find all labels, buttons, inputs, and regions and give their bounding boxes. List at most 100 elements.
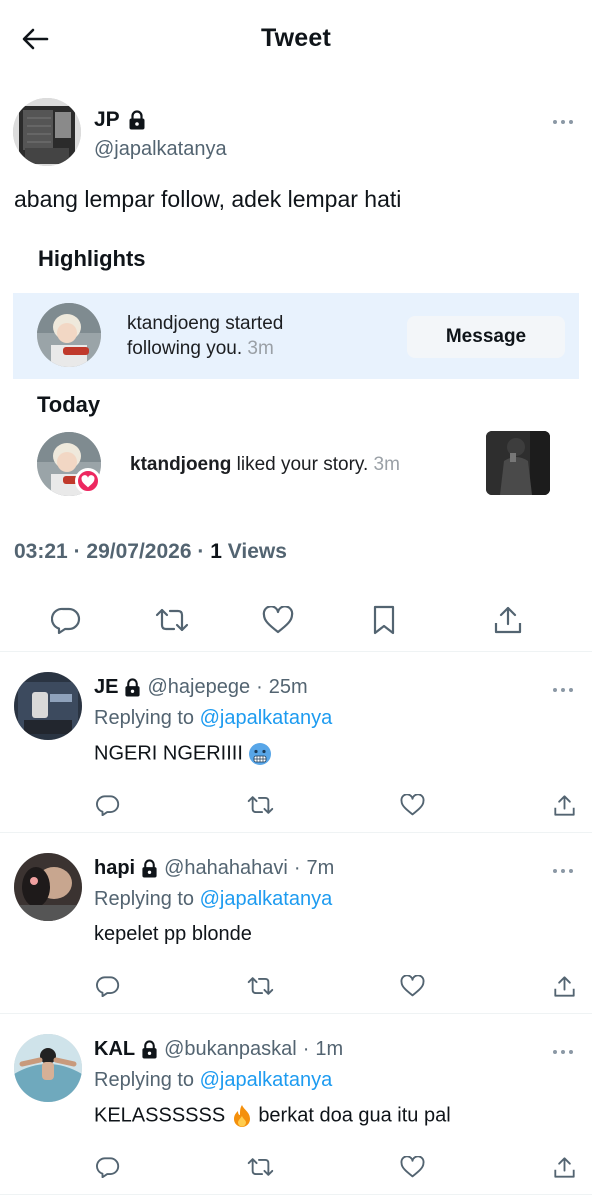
replying-to-label: Replying to	[94, 888, 195, 910]
reply-action-bar	[0, 969, 592, 1003]
replying-to: Replying to @japalkatanya	[94, 888, 332, 911]
reply-tweet[interactable]: KAL @bukanpaskal · 1m Replying to @japal…	[0, 1024, 592, 1200]
reply-text-content: NGERI NGERIIII	[94, 742, 243, 765]
retweet-icon	[247, 1158, 273, 1176]
like-button[interactable]	[395, 969, 429, 1003]
replying-to-mention[interactable]: @japalkatanya	[200, 1069, 333, 1091]
today-heading: Today	[37, 392, 101, 417]
lock-icon	[125, 678, 141, 697]
like-button[interactable]	[395, 1150, 429, 1184]
retweet-icon	[247, 796, 273, 814]
more-horizontal-icon	[553, 120, 573, 124]
lock-icon	[142, 859, 157, 878]
more-options-button[interactable]	[548, 112, 578, 132]
share-icon	[553, 975, 575, 997]
comment-icon	[96, 1157, 120, 1178]
heart-icon	[81, 474, 95, 487]
share-button[interactable]	[486, 598, 530, 642]
tweet-action-bar	[0, 598, 592, 642]
today-text: ktandjoeng liked your story. 3m	[130, 452, 400, 477]
bookmark-button[interactable]	[362, 598, 406, 642]
reply-avatar[interactable]	[14, 672, 82, 740]
reply-header: JE @hajepege · 25m	[94, 676, 308, 699]
reply-author-handle[interactable]: @hahahahavi	[164, 857, 288, 880]
notification-avatar-image	[37, 303, 101, 367]
reply-time[interactable]: 1m	[315, 1038, 343, 1061]
reply-avatar[interactable]	[14, 1034, 82, 1102]
reply-header: hapi @hahahahavi · 7m	[94, 857, 334, 880]
heart-outline-icon	[400, 794, 424, 816]
reply-header: KAL @bukanpaskal · 1m	[94, 1038, 343, 1061]
reply-action-bar	[0, 788, 592, 822]
reply-button[interactable]	[44, 598, 88, 642]
highlight-action: started	[219, 313, 284, 334]
reply-button[interactable]	[91, 788, 125, 822]
reply-text: KELASSSSSS berkat doa gua itu pal	[94, 1104, 451, 1128]
replying-to: Replying to @japalkatanya	[94, 707, 332, 730]
highlight-notification: ktandjoeng started following you. 3m Mes…	[13, 293, 579, 379]
replying-to-label: Replying to	[94, 1069, 195, 1091]
replying-to-mention[interactable]: @japalkatanya	[200, 707, 333, 729]
author-handle[interactable]: @japalkatanya	[94, 138, 227, 161]
reply-author-handle[interactable]: @bukanpaskal	[164, 1038, 297, 1061]
replying-to-mention[interactable]: @japalkatanya	[200, 888, 333, 910]
retweet-button[interactable]	[243, 1150, 277, 1184]
highlight-action-line2: following you.	[127, 338, 243, 359]
share-button[interactable]	[547, 1150, 581, 1184]
replying-to-label: Replying to	[94, 707, 195, 729]
reply-button[interactable]	[91, 969, 125, 1003]
reply-tweet[interactable]: hapi @hahahahavi · 7m Replying to @japal…	[0, 843, 592, 1023]
more-options-button[interactable]	[548, 680, 578, 700]
more-options-button[interactable]	[548, 1042, 578, 1062]
notification-avatar	[37, 303, 101, 367]
reply-time[interactable]: 25m	[269, 676, 308, 699]
like-button[interactable]	[395, 788, 429, 822]
views-label[interactable]: Views	[228, 540, 287, 563]
retweet-button[interactable]	[150, 598, 194, 642]
retweet-button[interactable]	[243, 788, 277, 822]
today-time: 3m	[373, 454, 400, 475]
reply-tweet[interactable]: JE @hajepege · 25m Replying to @japalkat…	[0, 662, 592, 842]
tweet-image[interactable]: Highlights ktandjoeng started following …	[0, 236, 592, 516]
reply-author-name[interactable]: hapi	[94, 857, 135, 880]
reply-text: kepelet pp blonde	[94, 923, 252, 945]
bookmark-icon	[373, 605, 395, 635]
tweet-text: abang lempar follow, adek lempar hati	[14, 186, 402, 212]
reply-avatar-image	[14, 1034, 82, 1102]
today-notification: ktandjoeng liked your story. 3m	[13, 428, 579, 502]
author-avatar[interactable]	[13, 98, 81, 166]
more-horizontal-icon	[553, 1050, 573, 1054]
reply-avatar[interactable]	[14, 853, 82, 921]
today-action: liked your story.	[231, 454, 369, 475]
highlight-text: ktandjoeng started following you. 3m	[127, 311, 283, 361]
share-button[interactable]	[547, 969, 581, 1003]
views-count[interactable]: 1	[210, 540, 222, 563]
like-button[interactable]	[256, 598, 300, 642]
page-title: Tweet	[261, 24, 331, 52]
top-bar: Tweet	[0, 0, 592, 78]
author-display-name: JP	[94, 108, 120, 131]
reply-time[interactable]: 7m	[307, 857, 335, 880]
author-name[interactable]: JP	[94, 108, 146, 132]
highlight-time: 3m	[247, 338, 274, 359]
message-button: Message	[407, 316, 565, 358]
more-options-button[interactable]	[548, 861, 578, 881]
lock-icon	[129, 110, 145, 130]
reply-text: NGERI NGERIIII	[94, 742, 272, 766]
more-horizontal-icon	[553, 688, 573, 692]
reply-author-name[interactable]: JE	[94, 676, 118, 699]
fire-emoji-icon	[233, 1105, 250, 1127]
share-button[interactable]	[547, 788, 581, 822]
replying-to: Replying to @japalkatanya	[94, 1069, 332, 1092]
today-username: ktandjoeng	[130, 454, 232, 475]
divider	[0, 1194, 592, 1195]
divider	[0, 832, 592, 833]
share-icon	[553, 794, 575, 816]
retweet-button[interactable]	[243, 969, 277, 1003]
reply-separator: ·	[293, 857, 301, 879]
reply-author-name[interactable]: KAL	[94, 1038, 135, 1061]
reply-button[interactable]	[91, 1150, 125, 1184]
heart-outline-icon	[400, 1156, 424, 1178]
more-horizontal-icon	[553, 869, 573, 873]
reply-author-handle[interactable]: @hajepege	[147, 676, 250, 699]
